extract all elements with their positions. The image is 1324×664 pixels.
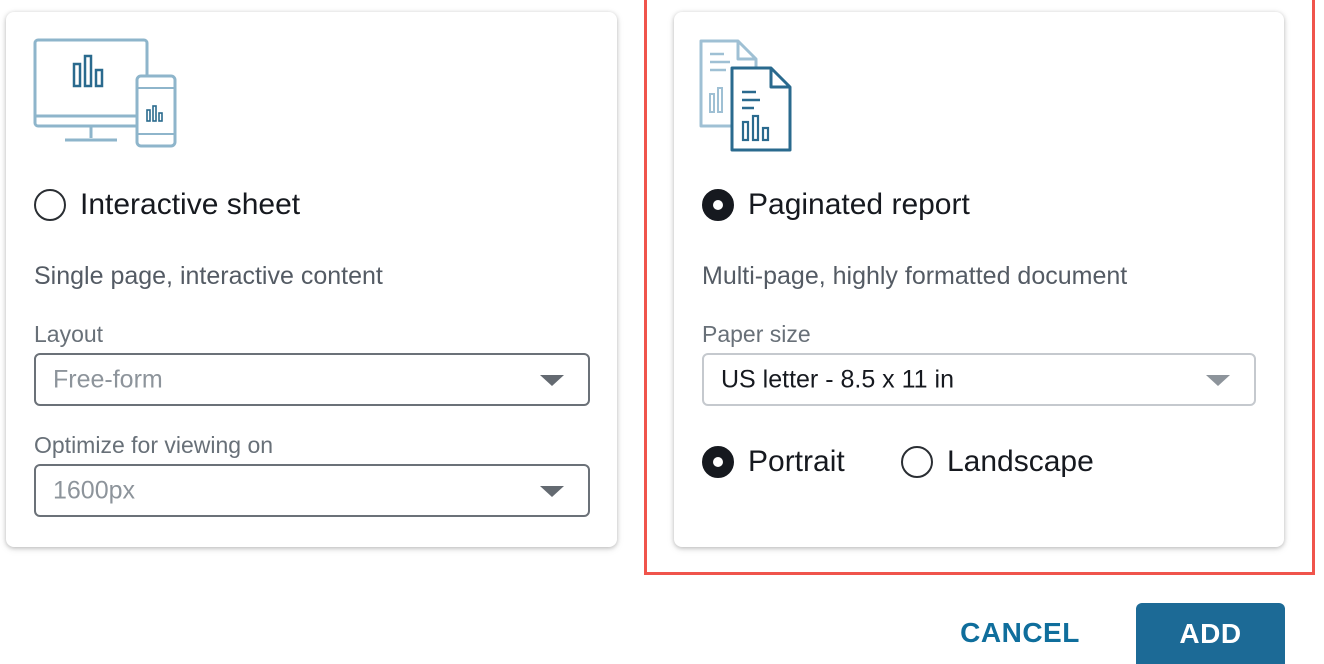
paginated-report-label: Paginated report — [748, 188, 970, 221]
portrait-label: Portrait — [748, 445, 845, 478]
portrait-option[interactable]: Portrait — [702, 445, 845, 479]
interactive-sheet-label: Interactive sheet — [80, 188, 301, 221]
chevron-down-icon — [1206, 374, 1230, 386]
cancel-button[interactable]: CANCEL — [940, 602, 1100, 664]
interactive-sheet-card[interactable]: Interactive sheet Single page, interacti… — [6, 12, 617, 547]
landscape-radio[interactable] — [901, 446, 933, 478]
viewing-label: Optimize for viewing on — [34, 432, 274, 458]
viewing-select-value: 1600px — [53, 476, 136, 504]
desktop-and-mobile-chart-icon — [33, 38, 177, 148]
paper-size-select-value: US letter - 8.5 x 11 in — [721, 365, 954, 393]
interactive-sheet-option[interactable]: Interactive sheet — [34, 188, 300, 222]
layout-label: Layout — [34, 321, 104, 347]
layout-select-value: Free-form — [53, 365, 163, 393]
paginated-report-option[interactable]: Paginated report — [702, 188, 970, 222]
add-button[interactable]: ADD — [1136, 603, 1285, 664]
portrait-radio[interactable] — [702, 446, 734, 478]
layout-select[interactable]: Free-form — [34, 353, 590, 406]
landscape-label: Landscape — [947, 445, 1094, 478]
paginated-report-description: Multi-page, highly formatted document — [702, 262, 1128, 290]
paper-size-label: Paper size — [702, 321, 811, 347]
interactive-sheet-description: Single page, interactive content — [34, 262, 383, 290]
interactive-sheet-radio[interactable] — [34, 189, 66, 221]
viewing-select[interactable]: 1600px — [34, 464, 590, 517]
paper-size-select[interactable]: US letter - 8.5 x 11 in — [702, 353, 1256, 406]
landscape-option[interactable]: Landscape — [901, 445, 1094, 479]
chevron-down-icon — [540, 485, 564, 497]
paginated-report-radio[interactable] — [702, 189, 734, 221]
chevron-down-icon — [540, 374, 564, 386]
paginated-document-chart-icon — [699, 39, 792, 152]
paginated-report-card[interactable]: Paginated report Multi-page, highly form… — [674, 12, 1284, 547]
